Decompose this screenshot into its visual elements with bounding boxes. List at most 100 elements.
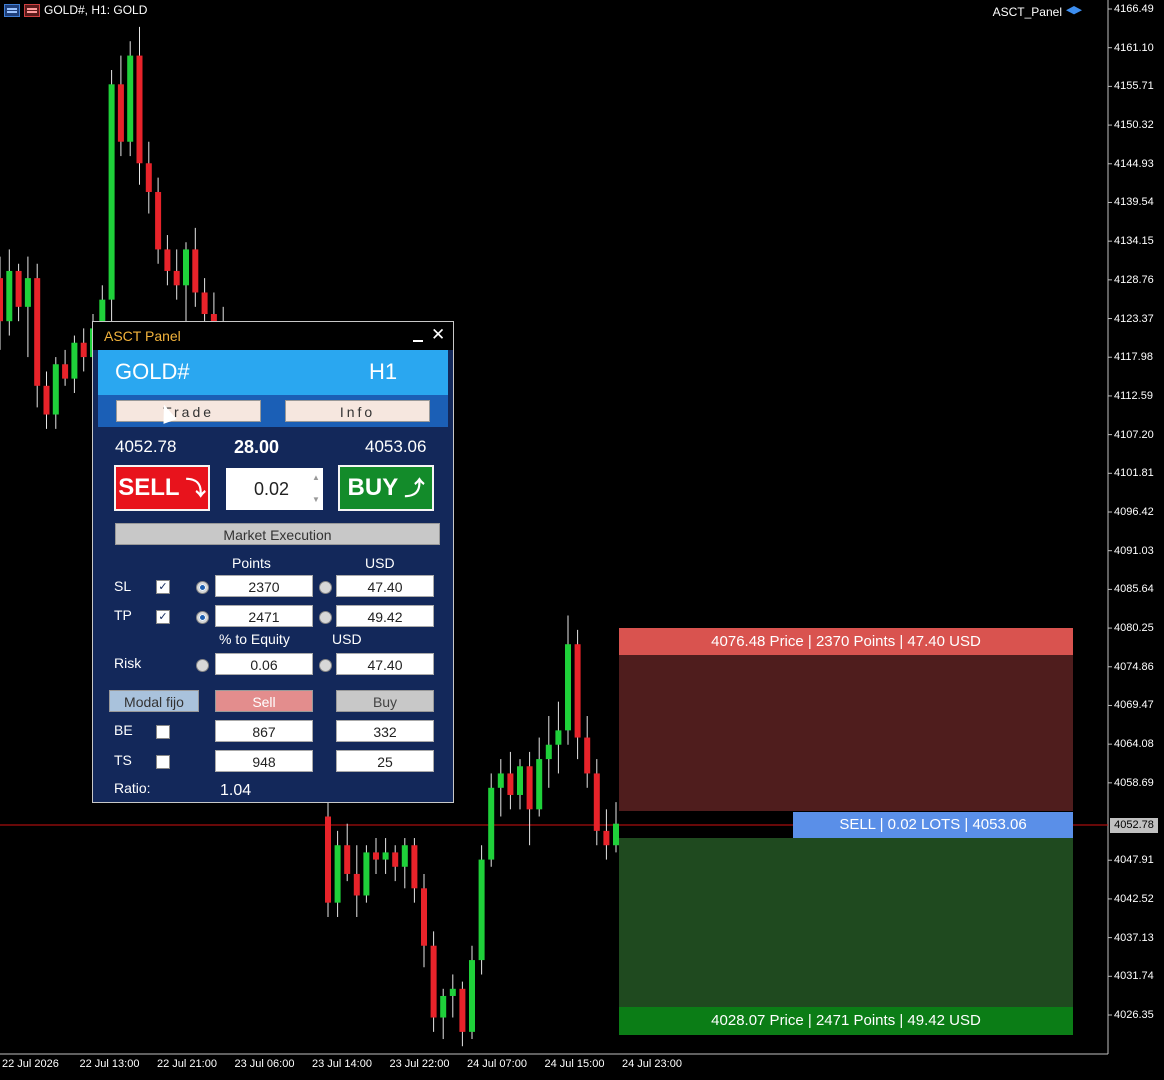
- price-tick-label: 4134.15: [1114, 235, 1154, 248]
- left-candle: [183, 249, 189, 286]
- symbol-name: GOLD#: [115, 359, 190, 384]
- sl-points-input[interactable]: 2370: [215, 575, 313, 597]
- right-candle: [565, 644, 571, 731]
- price-tick-label: 4031.74: [1114, 970, 1154, 983]
- right-candle: [392, 852, 399, 867]
- time-tick-label: 24 Jul 15:00: [544, 1058, 605, 1070]
- modal-fixed-button[interactable]: Modal fijo: [109, 690, 199, 712]
- lot-increase-icon[interactable]: ▲: [311, 473, 321, 483]
- left-candle: [62, 364, 69, 379]
- time-tick-label: 24 Jul 07:00: [467, 1058, 527, 1070]
- sl-usd-radio[interactable]: [319, 581, 332, 594]
- right-candle: [440, 995, 447, 1018]
- lot-size-input[interactable]: 0.02 ▲ ▼: [226, 468, 323, 510]
- tp-label: TP: [114, 607, 132, 623]
- price-tick-label: 4026.35: [1114, 1009, 1154, 1021]
- chart-symbol-label: GOLD#, H1: GOLD: [44, 3, 148, 17]
- sl-usd-input[interactable]: 47.40: [336, 575, 434, 597]
- left-candle: [0, 278, 3, 322]
- price-tick-label: 4112.59: [1114, 389, 1153, 402]
- tabs-row: Trade Info: [98, 395, 448, 427]
- right-candle: [411, 845, 418, 889]
- left-candle: [80, 342, 87, 358]
- timeframe-label: H1: [369, 359, 398, 384]
- left-candle: [192, 249, 199, 293]
- price-tick-label: 4074.86: [1114, 660, 1154, 673]
- left-candle: [201, 292, 208, 315]
- buy-button[interactable]: BUY ⤴: [338, 465, 434, 511]
- ts-buy-input[interactable]: 25: [336, 750, 434, 772]
- time-tick-label: 23 Jul 14:00: [312, 1058, 372, 1070]
- ts-sell-input[interactable]: 948: [215, 750, 313, 772]
- stop-loss-line-label[interactable]: 4076.48 Price | 2370 Points | 47.40 USD: [619, 628, 1073, 655]
- tp-checkbox[interactable]: ✓: [156, 610, 170, 624]
- expert-advisor-label[interactable]: ASCT_Panel: [993, 5, 1082, 19]
- ratio-label: Ratio:: [114, 780, 151, 796]
- sl-points-radio[interactable]: [196, 581, 209, 594]
- left-candle: [127, 55, 134, 142]
- right-candle: [526, 766, 533, 810]
- risk-usd-radio[interactable]: [319, 659, 332, 672]
- risk-equity-radio[interactable]: [196, 659, 209, 672]
- tp-points-radio[interactable]: [196, 611, 209, 624]
- price-tick-label: 4047.91: [1114, 854, 1154, 867]
- tp-usd-input[interactable]: 49.42: [336, 605, 434, 627]
- left-candle: [24, 278, 31, 307]
- usd-header-risk: USD: [332, 631, 362, 647]
- price-tick-label: 4166.49: [1114, 3, 1154, 15]
- be-sell-input[interactable]: 867: [215, 720, 313, 742]
- price-tick-label: 4139.54: [1114, 196, 1154, 209]
- usd-header: USD: [365, 555, 395, 571]
- price-tick-label: 4037.13: [1114, 931, 1154, 944]
- left-candle: [117, 84, 124, 142]
- panel-titlebar[interactable]: ASCT Panel ✕: [93, 322, 453, 350]
- buy-mode-button[interactable]: Buy: [336, 690, 434, 712]
- be-checkbox[interactable]: [156, 725, 170, 739]
- right-candle: [421, 888, 427, 946]
- tp-usd-radio[interactable]: [319, 611, 332, 624]
- sl-checkbox[interactable]: ✓: [156, 580, 170, 594]
- right-candle: [478, 859, 485, 961]
- right-candle: [449, 988, 456, 996]
- bid-price: 4052.78: [115, 437, 177, 456]
- price-tick-label: 4128.76: [1114, 273, 1154, 286]
- sell-button[interactable]: SELL ⤵: [114, 465, 210, 511]
- lot-decrease-icon[interactable]: ▼: [311, 495, 321, 505]
- risk-usd-input[interactable]: 47.40: [336, 653, 434, 675]
- price-tick-label: 4042.52: [1114, 892, 1154, 905]
- execution-mode-button[interactable]: Market Execution: [115, 523, 440, 545]
- price-tick-label: 4058.69: [1114, 776, 1154, 789]
- left-candle: [164, 249, 171, 271]
- price-tick-label: 4085.64: [1114, 583, 1154, 596]
- time-tick-label: 22 Jul 21:00: [157, 1058, 217, 1070]
- take-profit-line-label[interactable]: 4028.07 Price | 2471 Points | 49.42 USD: [619, 1007, 1073, 1035]
- risk-label: Risk: [114, 655, 142, 671]
- price-tick-label: 4096.42: [1114, 506, 1154, 518]
- right-candle: [353, 873, 360, 896]
- sell-mode-button[interactable]: Sell: [215, 690, 313, 712]
- close-icon[interactable]: ✕: [431, 325, 445, 345]
- tab-info[interactable]: Info: [285, 400, 430, 422]
- tp-points-input[interactable]: 2471: [215, 605, 313, 627]
- right-candle: [517, 766, 523, 795]
- be-buy-input[interactable]: 332: [336, 720, 434, 742]
- entry-line-label[interactable]: SELL | 0.02 LOTS | 4053.06: [793, 812, 1073, 838]
- chart-type-icon[interactable]: [24, 3, 40, 17]
- current-price-label: 4052.78: [1110, 818, 1158, 833]
- tab-trade[interactable]: Trade: [116, 400, 261, 422]
- left-candle: [52, 364, 59, 415]
- menu-icon[interactable]: [4, 3, 20, 17]
- ratio-value: 1.04: [220, 782, 252, 799]
- risk-equity-input[interactable]: 0.06: [215, 653, 313, 675]
- be-label: BE: [114, 722, 133, 738]
- minimize-icon[interactable]: [411, 326, 425, 344]
- time-tick-label: 24 Jul 23:00: [622, 1058, 682, 1070]
- ts-checkbox[interactable]: [156, 755, 170, 769]
- sl-label: SL: [114, 578, 132, 594]
- arrow-up-icon: ⤴: [404, 478, 425, 500]
- right-candle: [401, 845, 408, 867]
- right-candle: [507, 773, 514, 795]
- left-candle: [34, 278, 41, 386]
- time-tick-label: 23 Jul 22:00: [389, 1058, 450, 1070]
- price-tick-label: 4117.98: [1114, 351, 1153, 364]
